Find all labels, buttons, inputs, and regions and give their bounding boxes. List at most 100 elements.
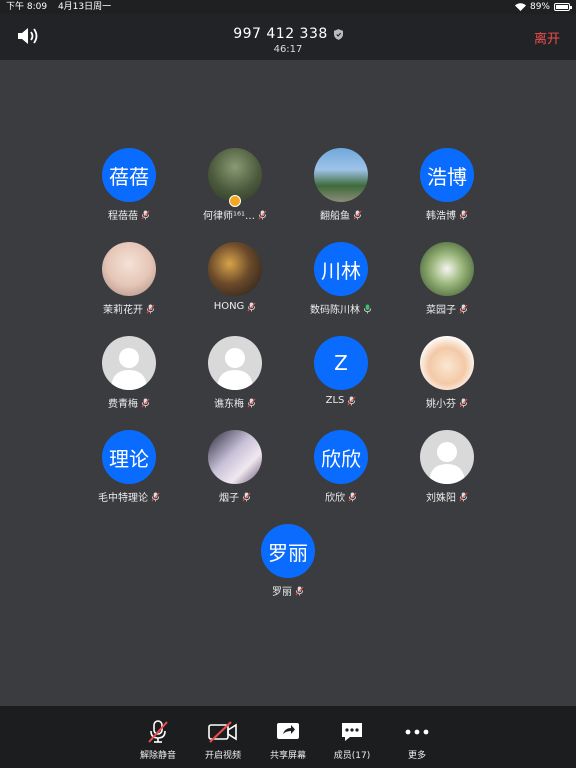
default-user-icon bbox=[217, 348, 253, 390]
default-user-icon bbox=[111, 348, 147, 390]
mic-muted-icon bbox=[141, 398, 150, 407]
participant-name-row: 菜园子 bbox=[394, 301, 500, 316]
participant-tile[interactable]: 浩博 韩浩博 bbox=[394, 148, 500, 222]
participant-name: 罗丽 bbox=[272, 587, 292, 598]
participant-tile[interactable]: 欣欣 欣欣 bbox=[288, 430, 394, 504]
mic-muted-icon bbox=[459, 304, 468, 313]
participant-name-row: 翻船鱼 bbox=[288, 207, 394, 222]
mic-muted-icon bbox=[347, 396, 356, 405]
leave-button[interactable]: 离开 bbox=[534, 28, 560, 47]
participant-name-row: 韩浩博 bbox=[394, 207, 500, 222]
participant-name: 欣欣 bbox=[325, 493, 345, 504]
mic-muted-icon bbox=[247, 302, 256, 311]
participant-tile[interactable]: 菜园子 bbox=[394, 242, 500, 316]
participant-name: 谯东梅 bbox=[214, 399, 244, 410]
participant-name-row: 茉莉花开 bbox=[76, 301, 182, 316]
mic-muted-icon bbox=[141, 210, 150, 219]
participant-tile[interactable]: Z ZLS bbox=[288, 336, 394, 406]
bottom-toolbar: 解除静音 开启视频 共享屏幕 成员(17) 更多 bbox=[0, 706, 576, 768]
participant-tile[interactable]: 谯东梅 bbox=[182, 336, 288, 410]
status-date: 4月13日周一 bbox=[57, 2, 112, 12]
status-time-date: 下午 8:09 4月13日周一 bbox=[6, 0, 111, 14]
avatar-photo bbox=[420, 242, 474, 296]
members-label: 成员(17) bbox=[333, 751, 371, 761]
participant-name: 费青梅 bbox=[108, 399, 138, 410]
participant-tile[interactable]: 理论毛中特理论 bbox=[76, 430, 182, 504]
avatar-photo bbox=[314, 148, 368, 202]
avatar: 欣欣 bbox=[314, 430, 368, 484]
avatar: 川林 bbox=[314, 242, 368, 296]
participant-name: 韩浩博 bbox=[426, 211, 456, 222]
participant-name: 毛中特理论 bbox=[98, 493, 148, 504]
participant-name-row: 谯东梅 bbox=[182, 395, 288, 410]
avatar bbox=[208, 336, 262, 390]
default-user-icon bbox=[429, 442, 465, 484]
participant-name-row: 数码陈川林 bbox=[288, 301, 394, 316]
mic-muted-icon bbox=[242, 492, 251, 501]
participant-tile[interactable]: 刘姝阳 bbox=[394, 430, 500, 504]
avatar-photo bbox=[208, 148, 262, 207]
participant-name-row: 毛中特理论 bbox=[76, 489, 182, 504]
status-right: 89% bbox=[514, 0, 572, 14]
share-screen-button[interactable]: 共享屏幕 bbox=[258, 720, 318, 761]
meeting-header: 997 412 338 46:17 离开 bbox=[0, 14, 576, 60]
participant-name: 程蓓蓓 bbox=[108, 211, 138, 222]
participant-tile[interactable]: 烟子 bbox=[182, 430, 288, 504]
participant-tile[interactable]: 费青梅 bbox=[76, 336, 182, 410]
participant-tile[interactable]: 茉莉花开 bbox=[76, 242, 182, 316]
host-badge-icon bbox=[229, 195, 241, 207]
share-screen-label: 共享屏幕 bbox=[269, 751, 306, 761]
participant-name-row: 欣欣 bbox=[288, 489, 394, 504]
avatar-photo bbox=[208, 242, 262, 296]
shield-icon bbox=[333, 28, 343, 40]
meeting-duration: 46:17 bbox=[273, 44, 303, 55]
participant-name-row: 姚小芬 bbox=[394, 395, 500, 410]
status-time: 下午 8:09 bbox=[6, 2, 48, 12]
participant-tile[interactable]: 罗丽 罗丽 bbox=[235, 524, 341, 598]
unmute-button[interactable]: 解除静音 bbox=[128, 720, 188, 761]
start-video-label: 开启视频 bbox=[204, 751, 241, 761]
members-button[interactable]: 成员(17) bbox=[322, 720, 382, 761]
participant-name: 烟子 bbox=[219, 493, 239, 504]
mic-muted-icon bbox=[459, 210, 468, 219]
participant-grid: 蓓蓓 程蓓蓓 何律师¹⁶¹… 翻船鱼 浩博 韩浩博 茉莉花开 HONG 川林 数码陈川林 菜园子 费青… bbox=[0, 60, 576, 706]
start-video-button[interactable]: 开启视频 bbox=[193, 720, 253, 761]
unmute-label: 解除静音 bbox=[139, 751, 176, 761]
participant-tile[interactable]: 蓓蓓 程蓓蓓 bbox=[76, 148, 182, 222]
mic-active-icon bbox=[363, 304, 372, 313]
participant-name: 刘姝阳 bbox=[426, 493, 456, 504]
mic-muted-icon bbox=[459, 492, 468, 501]
chat-bubble-icon bbox=[342, 723, 362, 741]
avatar-photo bbox=[208, 430, 262, 484]
avatar: 罗丽 bbox=[261, 524, 315, 578]
participant-tile[interactable]: 川林数码陈川林 bbox=[288, 242, 394, 316]
participant-name-row: 罗丽 bbox=[235, 583, 341, 598]
avatar: Z bbox=[314, 336, 368, 390]
avatar bbox=[102, 336, 156, 390]
participant-name: 姚小芬 bbox=[426, 399, 456, 410]
battery-percent: 89% bbox=[529, 2, 550, 12]
more-button[interactable]: 更多 bbox=[387, 720, 447, 761]
avatar-photo bbox=[420, 336, 474, 390]
participant-name: 何律师¹⁶¹… bbox=[202, 211, 256, 222]
mic-muted-icon bbox=[258, 210, 267, 219]
more-label: 更多 bbox=[407, 751, 426, 761]
avatar: 理论 bbox=[102, 430, 156, 484]
participant-tile[interactable]: HONG bbox=[182, 242, 288, 312]
meeting-id[interactable]: 997 412 338 bbox=[233, 26, 343, 42]
participant-name-row: ZLS bbox=[288, 395, 394, 406]
participant-name: 翻船鱼 bbox=[320, 211, 350, 222]
participant-name-row: 烟子 bbox=[182, 489, 288, 504]
participant-tile[interactable]: 姚小芬 bbox=[394, 336, 500, 410]
mic-muted-icon bbox=[353, 210, 362, 219]
mic-muted-icon bbox=[459, 398, 468, 407]
participant-name-row: 刘姝阳 bbox=[394, 489, 500, 504]
mic-muted-icon bbox=[151, 492, 160, 501]
participant-tile[interactable]: 何律师¹⁶¹… bbox=[182, 148, 288, 222]
mic-muted-icon bbox=[247, 398, 256, 407]
participant-name: HONG bbox=[213, 301, 245, 312]
meeting-info: 997 412 338 46:17 bbox=[0, 23, 576, 55]
participant-tile[interactable]: 翻船鱼 bbox=[288, 148, 394, 222]
participant-name-row: 程蓓蓓 bbox=[76, 207, 182, 222]
participant-name: 数码陈川林 bbox=[310, 305, 360, 316]
